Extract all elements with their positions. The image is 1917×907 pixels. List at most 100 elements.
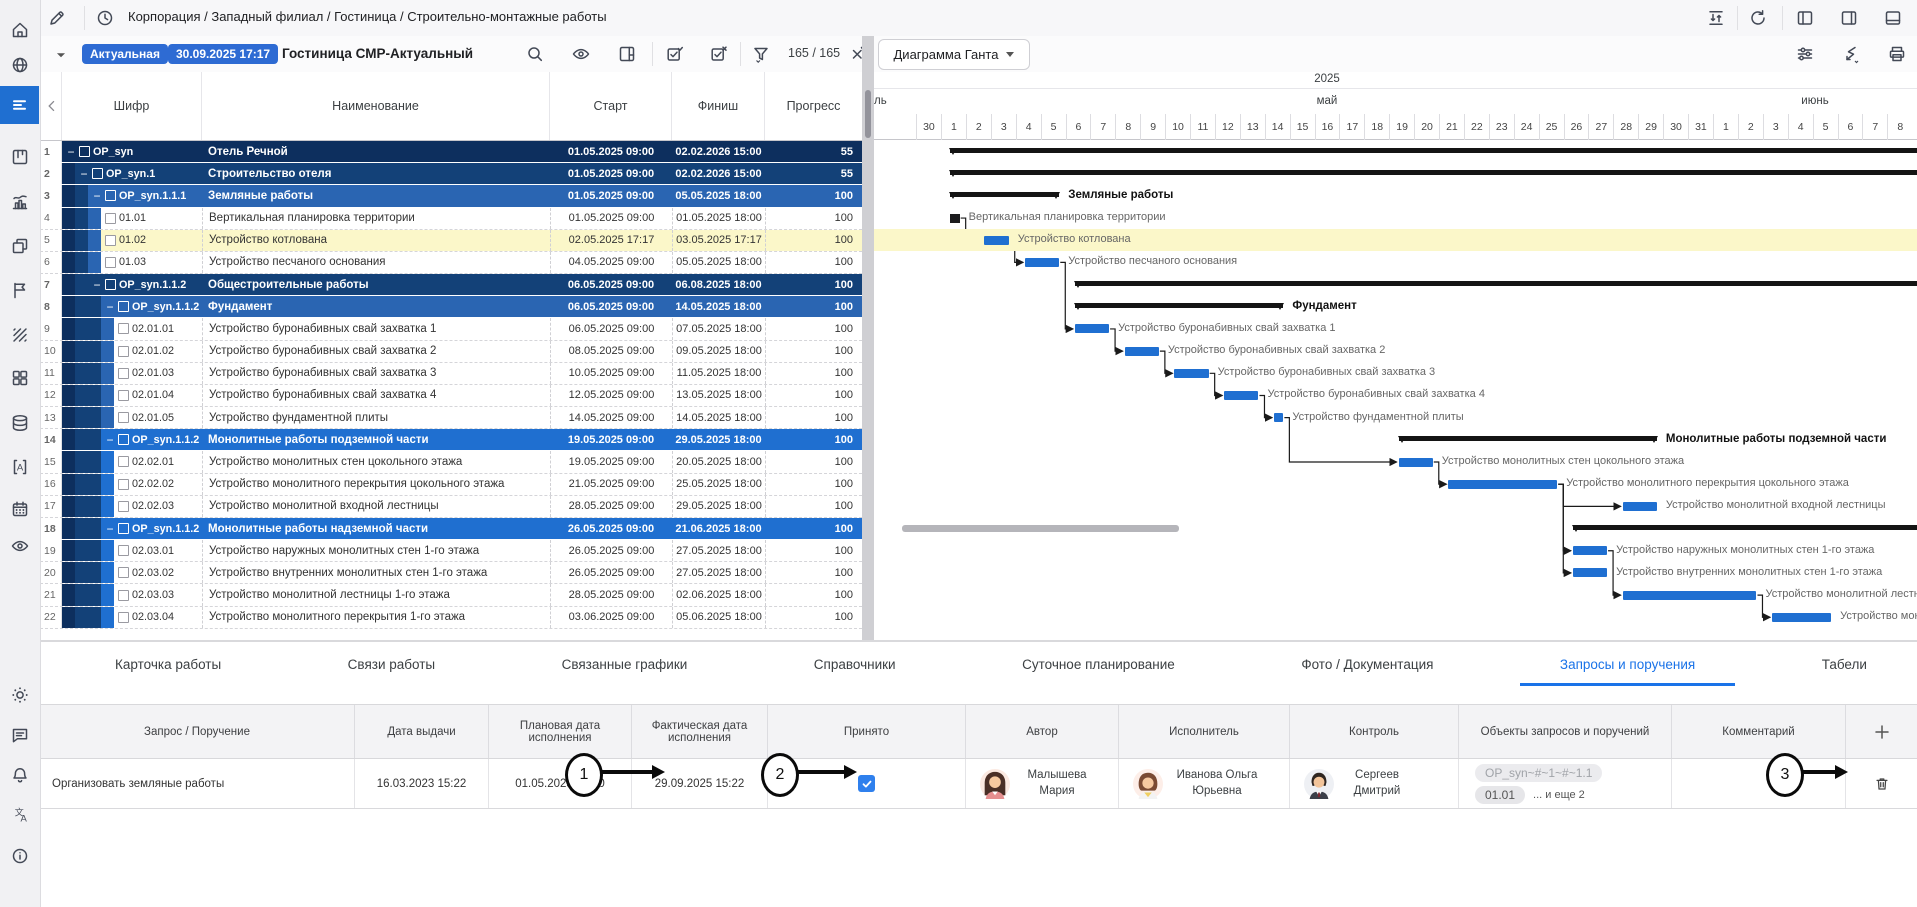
- sidebar-item-board[interactable]: [0, 139, 39, 175]
- layout-bottom-icon[interactable]: [1880, 5, 1906, 31]
- expander-minus[interactable]: −: [105, 300, 115, 314]
- row-checkbox[interactable]: [118, 479, 129, 490]
- row-checkbox[interactable]: [118, 390, 129, 401]
- gantt-task-bar[interactable]: [1573, 568, 1607, 577]
- layout-center-icon[interactable]: [1836, 5, 1862, 31]
- layout-columns-icon[interactable]: [614, 41, 640, 67]
- requests-column-header[interactable]: Объекты запросов и поручений: [1459, 705, 1672, 758]
- gantt-summary-bar[interactable]: [1075, 303, 1284, 308]
- gantt-summary-bar[interactable]: [1075, 281, 1917, 286]
- row-checkbox[interactable]: [118, 301, 129, 312]
- gantt-task-bar[interactable]: [1399, 458, 1433, 467]
- expander-minus[interactable]: −: [79, 167, 89, 181]
- select-all-checkbox-icon[interactable]: [662, 41, 688, 67]
- wbs-row[interactable]: 902.01.01Устройство буронабивных свай за…: [40, 318, 862, 340]
- gantt-settings-sliders-icon[interactable]: [1792, 41, 1818, 67]
- requests-column-header[interactable]: Плановая дата исполнения: [489, 705, 632, 758]
- sidebar-item-calendar[interactable]: [0, 491, 39, 527]
- object-pill-1[interactable]: OP_syn~#~1~#~1.1: [1475, 764, 1602, 782]
- sidebar-item-abbr[interactable]: A: [0, 449, 39, 485]
- gantt-task-bar[interactable]: [1025, 258, 1059, 267]
- wbs-column-header[interactable]: Наименование: [202, 72, 550, 140]
- print-icon[interactable]: [1884, 41, 1910, 67]
- gantt-task-bar[interactable]: [950, 214, 959, 223]
- row-checkbox[interactable]: [105, 279, 116, 290]
- row-checkbox[interactable]: [105, 257, 116, 268]
- eye-icon[interactable]: [568, 41, 594, 67]
- wbs-column-header[interactable]: Прогресс: [765, 72, 862, 140]
- gantt-task-bar[interactable]: [1224, 391, 1258, 400]
- row-checkbox[interactable]: [105, 235, 116, 246]
- sidebar-item-eye[interactable]: [0, 528, 39, 564]
- gantt-task-bar[interactable]: [1573, 546, 1607, 555]
- wbs-row[interactable]: 2002.03.02Устройство внутренних монолитн…: [40, 562, 862, 584]
- row-checkbox[interactable]: [105, 190, 116, 201]
- gantt-task-bar[interactable]: [1125, 347, 1159, 356]
- wbs-row[interactable]: 1202.01.04Устройство буронабивных свай з…: [40, 385, 862, 407]
- gantt-summary-bar[interactable]: [950, 148, 1917, 153]
- sidebar-item-home[interactable]: [0, 12, 39, 48]
- gantt-task-bar[interactable]: [984, 236, 1009, 245]
- wbs-row[interactable]: 401.01Вертикальная планировка территории…: [40, 208, 862, 230]
- expander-minus[interactable]: −: [92, 278, 102, 292]
- tab-item[interactable]: Фото / Документация: [1281, 645, 1453, 684]
- wbs-row[interactable]: 14−OP_syn.1.1.2Монолитные работы подземн…: [40, 429, 862, 451]
- sidebar-item-bell[interactable]: [0, 757, 39, 793]
- edit-pencil-icon[interactable]: [44, 5, 70, 31]
- gantt-task-bar[interactable]: [1623, 591, 1757, 600]
- tab-item[interactable]: Связанные графики: [542, 645, 708, 684]
- wbs-row[interactable]: 18−OP_syn.1.1.2Монолитные работы надземн…: [40, 518, 862, 540]
- gantt-summary-bar[interactable]: [950, 170, 1917, 175]
- wbs-row[interactable]: 1102.01.03Устройство буронабивных свай з…: [40, 363, 862, 385]
- refresh-icon[interactable]: [1745, 5, 1771, 31]
- sidebar-item-flag[interactable]: [0, 272, 39, 308]
- sidebar-item-database[interactable]: [0, 405, 39, 441]
- gantt-summary-bar[interactable]: [1399, 436, 1657, 441]
- wbs-row[interactable]: 1−OP_synОтель Речной01.05.2025 09:0002.0…: [40, 141, 862, 163]
- object-pill-2[interactable]: 01.01: [1475, 786, 1525, 804]
- gantt-summary-bar[interactable]: [950, 192, 1059, 197]
- sidebar-item-message[interactable]: [0, 717, 39, 753]
- requests-column-header[interactable]: Контроль: [1290, 705, 1459, 758]
- requests-column-header[interactable]: Дата выдачи: [355, 705, 489, 758]
- wbs-column-header[interactable]: Шифр: [62, 72, 202, 140]
- row-checkbox[interactable]: [118, 612, 129, 623]
- sidebar-item-hatch[interactable]: [0, 317, 39, 353]
- wbs-row[interactable]: 601.03Устройство песчаного основания04.0…: [40, 252, 862, 274]
- gantt-task-bar[interactable]: [1075, 324, 1109, 333]
- sidebar-item-wbs-list[interactable]: [0, 86, 39, 124]
- expander-minus[interactable]: −: [92, 189, 102, 203]
- wbs-column-header[interactable]: Старт: [550, 72, 672, 140]
- wbs-row[interactable]: 1902.03.01Устройство наружных монолитных…: [40, 540, 862, 562]
- row-checkbox[interactable]: [118, 434, 129, 445]
- sidebar-item-copy[interactable]: [0, 228, 39, 264]
- tab-item[interactable]: Связи работы: [328, 645, 455, 684]
- wbs-row[interactable]: 1502.02.01Устройство монолитных стен цок…: [40, 451, 862, 473]
- collapse-table-chevron-icon[interactable]: [44, 98, 60, 114]
- tab-item[interactable]: Суточное планирование: [1002, 645, 1195, 684]
- wbs-row[interactable]: 1002.01.02Устройство буронабивных свай з…: [40, 341, 862, 363]
- sidebar-item-chart[interactable]: [0, 184, 39, 220]
- requests-column-header[interactable]: Запрос / Поручение: [40, 705, 355, 758]
- gantt-task-bar[interactable]: [1274, 413, 1283, 422]
- wbs-row[interactable]: 7−OP_syn.1.1.2Общестроительные работы06.…: [40, 274, 862, 296]
- view-selector-dropdown[interactable]: Диаграмма Ганта: [878, 39, 1030, 70]
- wbs-row[interactable]: 1702.02.03Устройство монолитной входной …: [40, 496, 862, 518]
- expander-minus[interactable]: −: [105, 522, 115, 536]
- requests-column-header[interactable]: Комментарий: [1672, 705, 1846, 758]
- tab-item[interactable]: Справочники: [794, 645, 916, 684]
- wbs-row[interactable]: 2−OP_syn.1Строительство отеля01.05.2025 …: [40, 163, 862, 185]
- requests-column-header[interactable]: Автор: [966, 705, 1119, 758]
- collapse-caret-icon[interactable]: [48, 42, 74, 68]
- accepted-checkbox[interactable]: [858, 775, 875, 792]
- history-clock-icon[interactable]: [92, 5, 118, 31]
- requests-column-header[interactable]: Исполнитель: [1119, 705, 1290, 758]
- gantt-task-bar[interactable]: [1174, 369, 1208, 378]
- gantt-task-bar[interactable]: [1448, 480, 1557, 489]
- wbs-row[interactable]: 1602.02.02Устройство монолитного перекры…: [40, 474, 862, 496]
- panel-splitter[interactable]: [862, 36, 874, 640]
- tab-item[interactable]: Табели: [1802, 645, 1887, 684]
- row-checkbox[interactable]: [118, 567, 129, 578]
- row-checkbox[interactable]: [105, 213, 116, 224]
- sidebar-item-info[interactable]: [0, 838, 39, 874]
